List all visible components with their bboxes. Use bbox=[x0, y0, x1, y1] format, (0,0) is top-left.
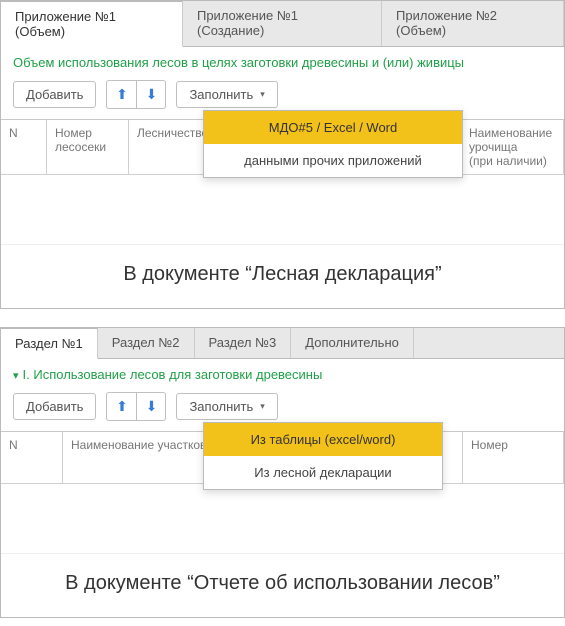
move-up-button[interactable]: ⬆ bbox=[106, 392, 136, 421]
section-title-bottom[interactable]: ▾ I. Использование лесов для заготовки др… bbox=[1, 359, 564, 388]
section-title-text: I. Использование лесов для заготовки дре… bbox=[23, 367, 323, 382]
arrow-down-icon: ⬇ bbox=[146, 86, 158, 103]
chevron-down-icon: ▾ bbox=[260, 401, 265, 412]
fill-button[interactable]: Заполнить ▾ bbox=[176, 393, 277, 420]
tab-app1-creation[interactable]: Приложение №1 (Создание) bbox=[183, 1, 382, 46]
tabbar-top: Приложение №1 (Объем) Приложение №1 (Соз… bbox=[1, 1, 564, 47]
panel-forest-declaration: Приложение №1 (Объем) Приложение №1 (Соз… bbox=[0, 0, 565, 309]
chevron-down-icon: ▾ bbox=[260, 89, 265, 100]
fill-popup: Из таблицы (excel/word) Из лесной деклар… bbox=[203, 422, 443, 490]
caption-top: В документе “Лесная декларация” bbox=[1, 245, 564, 308]
tab-additional[interactable]: Дополнительно bbox=[291, 328, 414, 358]
grid-body-bottom[interactable] bbox=[1, 484, 564, 554]
tab-app2-volume[interactable]: Приложение №2 (Объем) bbox=[382, 1, 564, 46]
popup-item-from-table[interactable]: Из таблицы (excel/word) bbox=[204, 423, 442, 456]
popup-item-from-declaration[interactable]: Из лесной декларации bbox=[204, 456, 442, 489]
move-down-button[interactable]: ⬇ bbox=[136, 392, 166, 421]
fill-button-label: Заполнить bbox=[189, 399, 253, 414]
popup-item-other-apps[interactable]: данными прочих приложений bbox=[204, 144, 462, 177]
grid-body-top[interactable] bbox=[1, 175, 564, 245]
fill-button[interactable]: Заполнить ▾ bbox=[176, 81, 277, 108]
toolbar-bottom: Добавить ⬆ ⬇ Заполнить ▾ Из таблицы (exc… bbox=[1, 388, 564, 431]
add-button[interactable]: Добавить bbox=[13, 393, 96, 420]
tab-section2[interactable]: Раздел №2 bbox=[98, 328, 195, 358]
arrow-up-icon: ⬆ bbox=[116, 86, 128, 103]
popup-item-mdo5[interactable]: МДО#5 / Excel / Word bbox=[204, 111, 462, 144]
col-n: N bbox=[1, 120, 47, 175]
move-up-button[interactable]: ⬆ bbox=[106, 80, 136, 109]
tabbar-bottom: Раздел №1 Раздел №2 Раздел №3 Дополнител… bbox=[1, 328, 564, 359]
col-n: N bbox=[1, 432, 63, 484]
col-number: Номер bbox=[463, 432, 564, 484]
fill-button-label: Заполнить bbox=[189, 87, 253, 102]
add-button[interactable]: Добавить bbox=[13, 81, 96, 108]
col-lot-number: Номер лесосеки bbox=[47, 120, 129, 175]
col-tract-line1: Наименование bbox=[469, 126, 552, 140]
tab-app1-volume[interactable]: Приложение №1 (Объем) bbox=[1, 1, 183, 47]
section-title-top: Объем использования лесов в целях загото… bbox=[1, 47, 564, 76]
fill-popup: МДО#5 / Excel / Word данными прочих прил… bbox=[203, 110, 463, 178]
move-down-button[interactable]: ⬇ bbox=[136, 80, 166, 109]
panel-usage-report: Раздел №1 Раздел №2 Раздел №3 Дополнител… bbox=[0, 327, 565, 618]
arrow-up-icon: ⬆ bbox=[116, 398, 128, 415]
tab-section1[interactable]: Раздел №1 bbox=[1, 328, 98, 359]
caption-bottom: В документе “Отчете об использовании лес… bbox=[1, 554, 564, 617]
col-tract-line3: (при наличии) bbox=[469, 154, 547, 168]
col-tract-name: Наименование урочища (при наличии) bbox=[461, 120, 564, 175]
arrow-down-icon: ⬇ bbox=[146, 398, 158, 415]
toolbar-top: Добавить ⬆ ⬇ Заполнить ▾ МДО#5 / Excel /… bbox=[1, 76, 564, 119]
tab-section3[interactable]: Раздел №3 bbox=[195, 328, 292, 358]
chevron-down-icon: ▾ bbox=[13, 369, 19, 382]
col-tract-line2: урочища bbox=[469, 140, 517, 154]
